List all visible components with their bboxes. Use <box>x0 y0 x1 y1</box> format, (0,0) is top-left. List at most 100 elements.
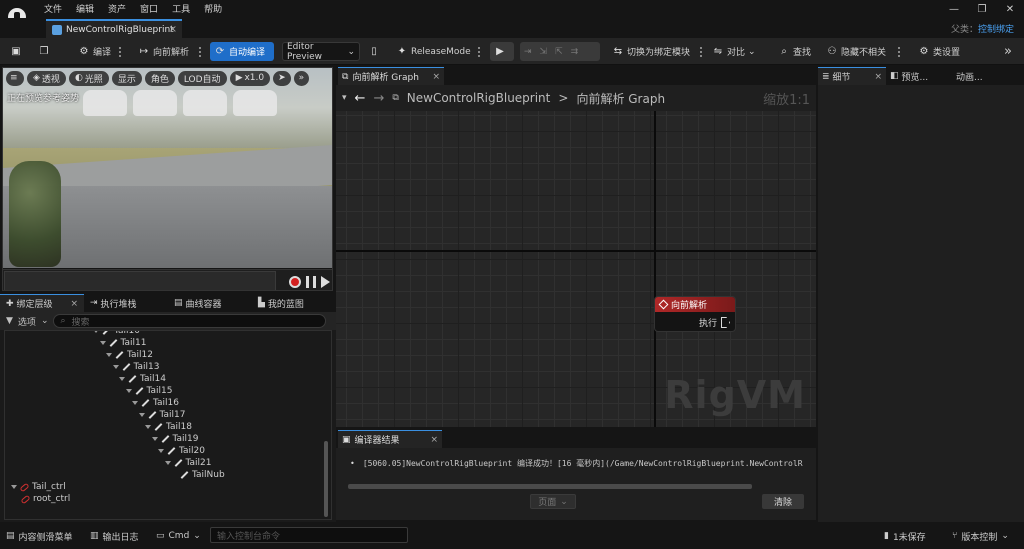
tab-animation[interactable]: 动画... <box>952 67 1012 85</box>
tab-rig-hierarchy[interactable]: ✚ 绑定层级 × <box>0 294 84 312</box>
close-tab-icon[interactable]: × <box>70 299 78 309</box>
forward-arrow-icon[interactable]: → <box>373 91 384 106</box>
viewport-overflow-button[interactable]: » <box>293 70 310 86</box>
expand-arrow-icon[interactable] <box>138 413 145 417</box>
minimize-icon[interactable]: — <box>940 0 968 18</box>
preview-mesh[interactable] <box>9 161 61 267</box>
step-icon[interactable]: ⇉ <box>571 47 579 57</box>
bookmark-icon[interactable]: ▾ <box>342 93 347 103</box>
tree-row-bone[interactable]: Tail15 <box>125 385 172 397</box>
lit-button[interactable]: ◐ 光照 <box>68 70 109 86</box>
tree-row-bone[interactable]: Tail18 <box>145 421 192 433</box>
auto-compile-toggle[interactable]: ⟳ 自动编译 <box>210 42 274 61</box>
forward-solve-button[interactable]: ↦ 向前解析 <box>134 42 193 61</box>
tab-execution-stack[interactable]: ⇥ 执行堆栈 <box>84 294 168 312</box>
switch-to-rig-module-button[interactable]: ⇆ 切换为绑定模块 <box>608 42 694 61</box>
play-icon[interactable] <box>321 276 330 288</box>
source-control-button[interactable]: ⑂ 版本控制 ⌄ <box>952 528 1009 544</box>
step-controls[interactable]: ⇥ ⇲ ⇱ ⇉ <box>520 42 600 61</box>
tree-row-bone[interactable]: Tail11 <box>99 337 146 349</box>
step-into-icon[interactable]: ⇲ <box>540 47 548 57</box>
page-dropdown[interactable]: 页面 ⌄ <box>530 494 576 509</box>
tab-compiler-results[interactable]: ▣ 编译器结果 × <box>338 430 442 448</box>
release-mode-button[interactable]: ✦ ReleaseMode <box>392 42 475 61</box>
breadcrumb-root[interactable]: NewControlRigBlueprint <box>407 91 551 105</box>
menu-asset[interactable]: 资产 <box>108 2 126 15</box>
expand-arrow-icon[interactable] <box>112 365 119 369</box>
save-button[interactable]: ▣ <box>6 42 26 61</box>
step-out-icon[interactable]: ⇱ <box>555 47 563 57</box>
find-button[interactable]: ⌕ 查找 <box>774 42 815 61</box>
menu-file[interactable]: 文件 <box>44 2 62 15</box>
compiler-scrollbar[interactable] <box>348 484 752 489</box>
select-mode-button[interactable]: ➤ <box>273 70 291 86</box>
hierarchy-tree[interactable]: Tail10 Tail11 Tail12 Tail13 Tail14 Tail15 Tail… <box>4 330 332 520</box>
close-tab-icon[interactable]: × <box>432 72 440 82</box>
tree-row-control[interactable]: Tail_ctrl <box>11 481 66 493</box>
tree-row-bone[interactable]: TailNub <box>171 469 225 481</box>
menu-window[interactable]: 窗口 <box>140 2 158 15</box>
tab-curve-container[interactable]: ▤ 曲线容器 <box>168 294 252 312</box>
forward-solve-node[interactable]: 向前解析 执行 <box>654 296 736 332</box>
tree-row-bone[interactable]: Tail17 <box>138 409 185 421</box>
expand-arrow-icon[interactable] <box>93 331 99 333</box>
preview-settings-button[interactable]: ▯ <box>364 42 384 61</box>
output-log-button[interactable]: ▥ 输出日志 <box>90 528 139 544</box>
perspective-button[interactable]: ◈ 透视 <box>27 70 66 86</box>
unsaved-button[interactable]: ▮ 1未保存 <box>884 528 926 544</box>
expand-arrow-icon[interactable] <box>132 401 138 405</box>
cmd-dropdown[interactable]: ▭ Cmd ⌄ <box>156 528 201 544</box>
diff-button[interactable]: ⇋ 对比 ⌄ <box>708 42 760 61</box>
content-drawer-button[interactable]: ▤ 内容侧滑菜单 <box>6 528 73 544</box>
timeline-track[interactable] <box>4 271 276 290</box>
tree-row-bone[interactable]: Tail16 <box>132 397 179 409</box>
record-icon[interactable] <box>289 276 301 288</box>
playback-speed-button[interactable]: ▶ x1.0 <box>229 70 271 86</box>
forward-solve-options-icon[interactable] <box>199 47 201 57</box>
toolbar-overflow-icon[interactable]: » <box>1000 42 1016 61</box>
show-button[interactable]: 显示 <box>111 70 142 86</box>
hide-unrelated-options-icon[interactable] <box>898 47 900 57</box>
restore-icon[interactable]: ❐ <box>968 0 996 18</box>
close-tab-icon[interactable]: × <box>430 435 438 445</box>
release-mode-options-icon[interactable] <box>478 47 480 57</box>
expand-arrow-icon[interactable] <box>11 485 17 489</box>
close-tab-icon[interactable]: × <box>169 24 177 35</box>
expand-arrow-icon[interactable] <box>119 377 125 381</box>
hierarchy-search-input[interactable]: ⌕ 搜索 <box>53 314 327 328</box>
step-over-icon[interactable]: ⇥ <box>524 47 532 57</box>
tree-row-bone[interactable]: Tail12 <box>106 349 153 361</box>
tab-forward-solve-graph[interactable]: ⧉ 向前解析 Graph × <box>338 67 444 85</box>
tree-row-bone[interactable]: Tail20 <box>158 445 205 457</box>
exec-pin-icon[interactable] <box>721 317 730 328</box>
console-command-input[interactable]: 输入控制台命令 <box>210 527 408 543</box>
back-arrow-icon[interactable]: ← <box>355 91 366 106</box>
tree-row-bone[interactable]: Tail13 <box>112 361 159 373</box>
menu-help[interactable]: 帮助 <box>204 2 222 15</box>
preview-dropdown[interactable]: Editor Preview ⌄ <box>282 42 360 62</box>
node-header[interactable]: 向前解析 <box>655 297 735 312</box>
tree-row-bone[interactable]: Tail10 <box>93 331 140 337</box>
play-debug-button[interactable]: ▶ <box>490 42 514 61</box>
tree-row-control[interactable]: root_ctrl <box>20 493 70 505</box>
lod-button[interactable]: LOD自动 <box>177 70 227 86</box>
preview-viewport[interactable]: ≡ ◈ 透视 ◐ 光照 显示 角色 LOD自动 ▶ x1.0 ➤ » 正在预览参考姿势 <box>2 67 333 291</box>
pause-icon[interactable] <box>306 276 316 288</box>
close-window-icon[interactable]: ✕ <box>996 0 1024 18</box>
expand-arrow-icon[interactable] <box>99 341 106 345</box>
tree-scrollbar[interactable] <box>324 441 328 517</box>
expand-arrow-icon[interactable] <box>125 389 132 393</box>
expand-arrow-icon[interactable] <box>151 437 158 441</box>
expand-arrow-icon[interactable] <box>164 461 171 465</box>
breadcrumb-graph[interactable]: 向前解析 Graph <box>576 90 665 107</box>
tree-row-bone[interactable]: Tail14 <box>119 373 166 385</box>
tab-my-blueprint[interactable]: ▙ 我的蓝图 <box>252 294 336 312</box>
compile-options-icon[interactable] <box>119 47 121 57</box>
character-button[interactable]: 角色 <box>144 70 175 86</box>
viewport-menu-button[interactable]: ≡ <box>6 70 24 86</box>
tree-row-bone[interactable]: Tail21 <box>164 457 211 469</box>
expand-arrow-icon[interactable] <box>106 353 112 357</box>
document-tab[interactable]: NewControlRigBlueprint × <box>46 19 182 38</box>
menu-tools[interactable]: 工具 <box>172 2 190 15</box>
tab-preview[interactable]: ◧ 预览... <box>886 67 952 85</box>
